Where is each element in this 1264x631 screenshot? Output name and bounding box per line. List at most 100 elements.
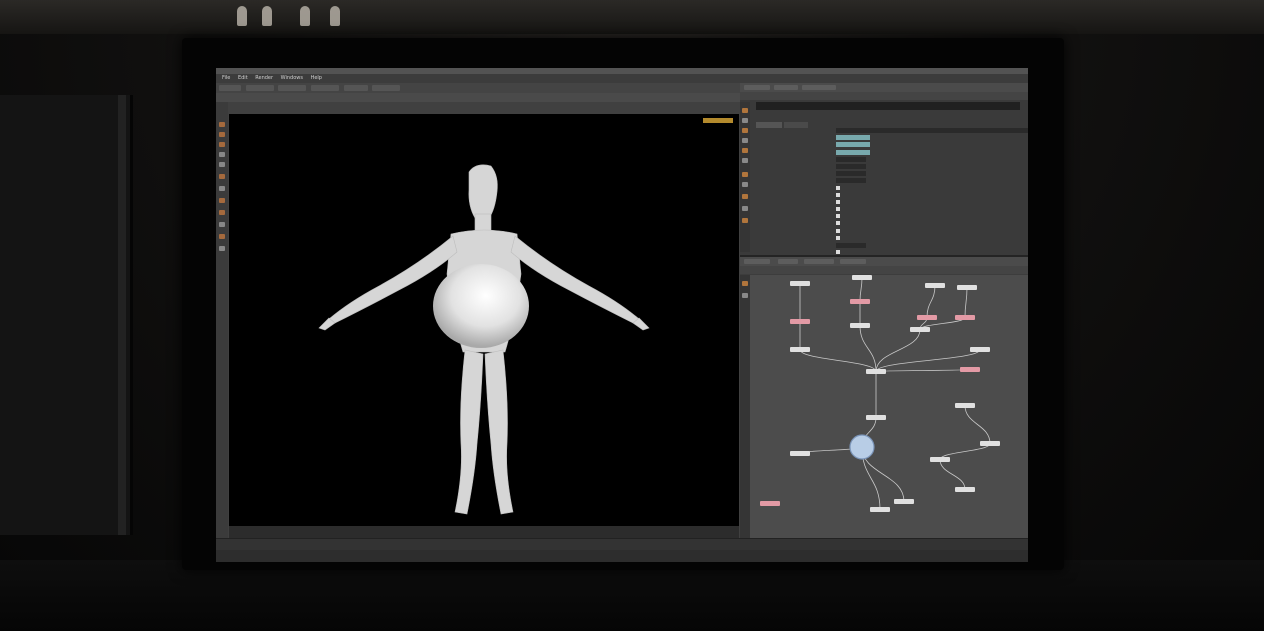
- tool-icon[interactable]: [742, 148, 748, 153]
- parameter-row: [756, 206, 1024, 213]
- network-node[interactable]: [790, 347, 810, 352]
- tool-icon[interactable]: [219, 198, 225, 203]
- network-node[interactable]: [955, 403, 975, 408]
- tool-icon[interactable]: [219, 152, 225, 157]
- parameter-checkbox[interactable]: [836, 185, 840, 190]
- pane-tab[interactable]: [802, 85, 836, 90]
- network-node[interactable]: [866, 415, 886, 420]
- network-node[interactable]: [850, 323, 870, 328]
- parameter-checkbox[interactable]: [836, 228, 840, 233]
- parameter-field[interactable]: [836, 163, 866, 169]
- pane-tab[interactable]: [804, 259, 834, 264]
- tool-icon[interactable]: [742, 158, 748, 163]
- tool-icon[interactable]: [742, 118, 748, 123]
- parameter-row: [756, 192, 1024, 199]
- network-node[interactable]: [870, 507, 890, 512]
- parameter-field[interactable]: [836, 156, 866, 162]
- network-editor-canvas[interactable]: [750, 275, 1028, 538]
- parameter-row: [756, 242, 1024, 249]
- parameter-field[interactable]: [836, 178, 866, 184]
- network-node[interactable]: [955, 487, 975, 492]
- shelf-tab[interactable]: [246, 85, 274, 91]
- network-node[interactable]: [925, 283, 945, 288]
- network-node[interactable]: [970, 347, 990, 352]
- network-path-bar[interactable]: [740, 266, 1028, 274]
- background-shelf: [0, 0, 1264, 34]
- network-node[interactable]: [955, 315, 975, 320]
- network-node[interactable]: [910, 327, 930, 332]
- tool-icon[interactable]: [219, 246, 225, 251]
- tool-icon[interactable]: [742, 218, 748, 223]
- tool-icon[interactable]: [742, 182, 748, 187]
- parameter-checkbox[interactable]: [836, 221, 840, 226]
- tool-icon[interactable]: [219, 234, 225, 239]
- node-wire: [926, 285, 936, 318]
- menu-file[interactable]: File: [222, 75, 230, 81]
- tool-icon[interactable]: [219, 122, 225, 127]
- parameter-field[interactable]: [836, 149, 870, 155]
- network-node[interactable]: [866, 369, 886, 374]
- parameter-checkbox[interactable]: [836, 207, 840, 212]
- tool-icon[interactable]: [742, 194, 748, 199]
- tool-icon[interactable]: [219, 222, 225, 227]
- parameter-field[interactable]: [836, 128, 1028, 133]
- network-node[interactable]: [917, 315, 937, 320]
- parameter-row: [756, 163, 1024, 170]
- network-node[interactable]: [790, 281, 810, 286]
- network-node[interactable]: [790, 319, 810, 324]
- shelf-tab[interactable]: [344, 85, 368, 91]
- tool-icon[interactable]: [219, 174, 225, 179]
- parameter-field[interactable]: [836, 243, 866, 248]
- desk: [0, 560, 1264, 631]
- tool-icon[interactable]: [219, 210, 225, 215]
- pane-tab[interactable]: [744, 259, 770, 264]
- tool-icon[interactable]: [219, 142, 225, 147]
- parameter-row: [756, 228, 1024, 235]
- tool-icon[interactable]: [219, 132, 225, 137]
- tool-icon[interactable]: [742, 108, 748, 113]
- parameter-field[interactable]: [836, 142, 870, 148]
- parameter-checkbox[interactable]: [836, 235, 840, 240]
- parameter-path-bar[interactable]: [740, 92, 1028, 100]
- selected-node[interactable]: [849, 434, 875, 460]
- tool-icon[interactable]: [219, 186, 225, 191]
- tool-icon[interactable]: [742, 128, 748, 133]
- menu-help[interactable]: Help: [311, 75, 322, 81]
- parameter-checkbox[interactable]: [836, 214, 840, 219]
- tool-icon[interactable]: [742, 293, 748, 298]
- network-node[interactable]: [850, 299, 870, 304]
- network-node[interactable]: [980, 441, 1000, 446]
- parameter-field[interactable]: [836, 171, 866, 177]
- menu-edit[interactable]: Edit: [238, 75, 248, 81]
- node-wire: [875, 329, 921, 372]
- parameter-checkbox[interactable]: [836, 199, 840, 204]
- menu-windows[interactable]: Windows: [281, 75, 303, 81]
- network-node[interactable]: [852, 275, 872, 280]
- network-node[interactable]: [930, 457, 950, 462]
- menu-render[interactable]: Render: [255, 75, 273, 81]
- shelf-tab[interactable]: [278, 85, 306, 91]
- pane-tab[interactable]: [774, 85, 798, 90]
- pane-tab[interactable]: [778, 259, 798, 264]
- tool-icon[interactable]: [742, 138, 748, 143]
- viewport-3d[interactable]: [229, 114, 739, 526]
- shelf-tab[interactable]: [219, 85, 241, 91]
- shelf-tab[interactable]: [372, 85, 400, 91]
- pane-tab[interactable]: [744, 85, 770, 90]
- figurine: [262, 6, 272, 26]
- parameter-checkbox[interactable]: [836, 192, 840, 197]
- network-node[interactable]: [960, 367, 980, 372]
- viewport-camera-badge[interactable]: [703, 118, 733, 123]
- tool-icon[interactable]: [742, 281, 748, 286]
- parameter-field[interactable]: [836, 135, 870, 141]
- network-node[interactable]: [790, 451, 810, 456]
- tool-icon[interactable]: [219, 162, 225, 167]
- tool-icon[interactable]: [742, 206, 748, 211]
- network-node[interactable]: [894, 499, 914, 504]
- tool-icon[interactable]: [742, 172, 748, 177]
- pane-tab[interactable]: [840, 259, 866, 264]
- shelf-tab[interactable]: [311, 85, 339, 91]
- network-node[interactable]: [760, 501, 780, 506]
- parameter-checkbox[interactable]: [836, 250, 840, 255]
- network-node[interactable]: [957, 285, 977, 290]
